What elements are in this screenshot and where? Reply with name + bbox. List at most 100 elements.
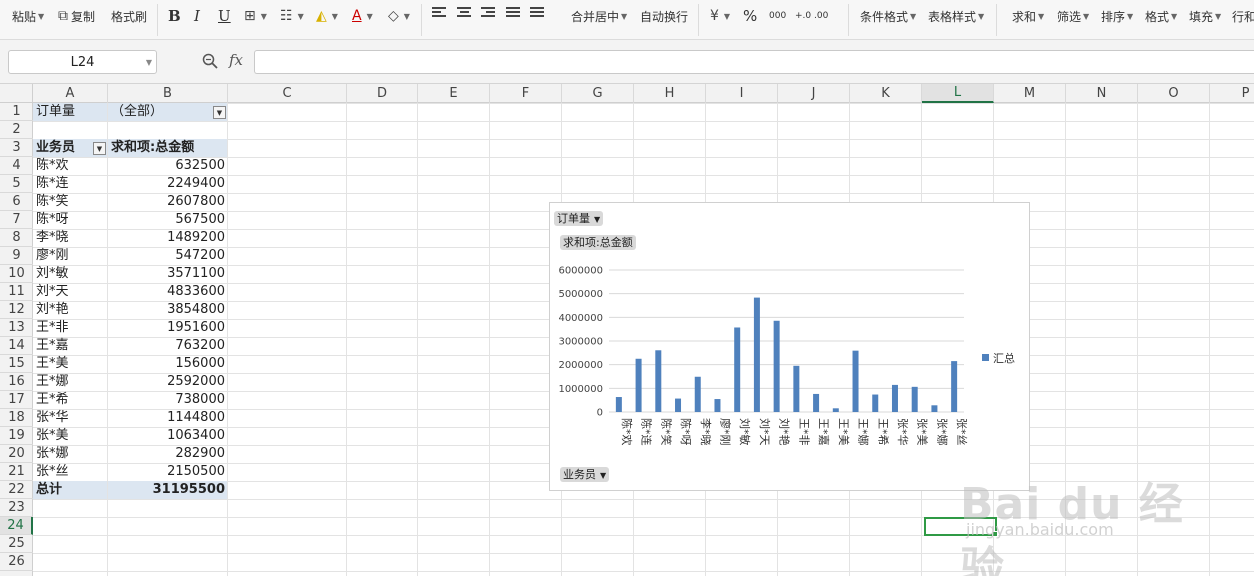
column-header-j[interactable]: J: [778, 84, 850, 103]
fx-icon[interactable]: fx: [229, 51, 243, 69]
chart-bar[interactable]: [675, 398, 682, 412]
merge-center-button[interactable]: 合并居中 ▼: [571, 4, 627, 28]
borders-button[interactable]: ⊞ ▼: [244, 4, 267, 28]
row-header-21[interactable]: 21: [0, 463, 33, 481]
percent-button[interactable]: %: [743, 4, 757, 28]
underline-button[interactable]: U: [218, 4, 231, 28]
row-header-11[interactable]: 11: [0, 283, 33, 301]
sort-button[interactable]: 排序 ▼: [1101, 4, 1133, 28]
row-header-16[interactable]: 16: [0, 373, 33, 391]
row-header-6[interactable]: 6: [0, 193, 33, 211]
row-header-7[interactable]: 7: [0, 211, 33, 229]
row-header-3[interactable]: 3: [0, 139, 33, 157]
row-header-13[interactable]: 13: [0, 319, 33, 337]
row-header-25[interactable]: 25: [0, 535, 33, 553]
column-header-c[interactable]: C: [228, 84, 347, 103]
chart-bar[interactable]: [714, 399, 721, 412]
row-header-14[interactable]: 14: [0, 337, 33, 355]
fill-handle[interactable]: [992, 531, 998, 537]
conditional-format-button[interactable]: 条件格式 ▼: [860, 4, 916, 28]
select-all-corner[interactable]: [0, 84, 33, 103]
justify-icon[interactable]: [506, 7, 520, 20]
chart-bar[interactable]: [852, 350, 859, 412]
wrap-text-button[interactable]: 自动换行: [640, 4, 688, 28]
bold-button[interactable]: B: [168, 4, 181, 28]
column-header-f[interactable]: F: [490, 84, 562, 103]
row-header-1[interactable]: 1: [0, 103, 33, 121]
increase-decimal-button[interactable]: +.0 .00: [795, 4, 828, 28]
currency-button[interactable]: ¥ ▼: [710, 4, 730, 28]
pivot-row-filter-dropdown[interactable]: ▼: [93, 142, 106, 155]
pivot-filter-dropdown[interactable]: ▼: [213, 106, 226, 119]
chart-bar[interactable]: [931, 405, 938, 412]
chart-bar[interactable]: [891, 384, 898, 412]
chart-bar[interactable]: [615, 397, 622, 412]
row-header-9[interactable]: 9: [0, 247, 33, 265]
align-left-icon[interactable]: [432, 7, 446, 20]
filter-button[interactable]: 筛选 ▼: [1057, 4, 1089, 28]
chart-bar[interactable]: [753, 297, 760, 412]
zoom-icon[interactable]: [202, 53, 218, 69]
copy-button[interactable]: ⧉ 复制: [58, 4, 95, 28]
pivot-chart[interactable]: 订单量 ▼ 求和项:总金额 业务员 ▼ 0 1000000 2000000 3000000…: [549, 202, 1030, 491]
row-header-18[interactable]: 18: [0, 409, 33, 427]
align-center-icon[interactable]: [457, 7, 471, 20]
row-header-19[interactable]: 19: [0, 427, 33, 445]
column-header-a[interactable]: A: [33, 84, 108, 103]
fill-button[interactable]: 填充 ▼: [1189, 4, 1221, 28]
chart-bar[interactable]: [773, 320, 780, 412]
column-header-e[interactable]: E: [418, 84, 490, 103]
font-color-button[interactable]: A ▼: [352, 4, 373, 28]
row-header-17[interactable]: 17: [0, 391, 33, 409]
format-painter-button[interactable]: 格式刷: [111, 4, 147, 28]
row-header-23[interactable]: 23: [0, 499, 33, 517]
column-header-k[interactable]: K: [850, 84, 922, 103]
row-header-10[interactable]: 10: [0, 265, 33, 283]
chart-bar[interactable]: [635, 358, 642, 412]
chart-bar[interactable]: [813, 393, 820, 412]
row-header-15[interactable]: 15: [0, 355, 33, 373]
chart-bar[interactable]: [793, 365, 800, 412]
italic-button[interactable]: I: [194, 4, 200, 28]
distributed-icon[interactable]: [530, 7, 544, 20]
row-header-5[interactable]: 5: [0, 175, 33, 193]
column-header-n[interactable]: N: [1066, 84, 1138, 103]
formula-input[interactable]: [254, 50, 1254, 74]
row-header-22[interactable]: 22: [0, 481, 33, 499]
cell-style-button[interactable]: ☷ ▼: [280, 4, 304, 28]
row-header-2[interactable]: 2: [0, 121, 33, 139]
paste-button[interactable]: 粘贴 ▼: [12, 4, 44, 28]
active-cell-selection[interactable]: [924, 517, 997, 536]
chart-bar[interactable]: [694, 376, 701, 412]
clear-button[interactable]: ◇ ▼: [388, 4, 410, 28]
format-button[interactable]: 格式 ▼: [1145, 4, 1177, 28]
column-header-h[interactable]: H: [634, 84, 706, 103]
chart-bar[interactable]: [734, 327, 741, 412]
fill-color-button[interactable]: ◭ ▼: [316, 4, 338, 28]
chart-bar[interactable]: [832, 408, 839, 412]
chart-bar[interactable]: [655, 350, 662, 412]
align-right-icon[interactable]: [481, 7, 495, 20]
column-header-d[interactable]: D: [347, 84, 418, 103]
column-header-m[interactable]: M: [994, 84, 1066, 103]
row-header-4[interactable]: 4: [0, 157, 33, 175]
column-header-b[interactable]: B: [108, 84, 228, 103]
chart-bar[interactable]: [872, 394, 879, 412]
column-header-i[interactable]: I: [706, 84, 778, 103]
row-col-button[interactable]: 行和: [1232, 4, 1254, 28]
column-header-l[interactable]: L: [922, 84, 994, 103]
row-header-24[interactable]: 24: [0, 517, 33, 535]
row-header-8[interactable]: 8: [0, 229, 33, 247]
column-header-p[interactable]: P: [1210, 84, 1254, 103]
row-header-12[interactable]: 12: [0, 301, 33, 319]
table-style-button[interactable]: 表格样式 ▼: [928, 4, 984, 28]
column-header-g[interactable]: G: [562, 84, 634, 103]
chart-bar[interactable]: [951, 361, 958, 412]
row-header-26[interactable]: 26: [0, 553, 33, 571]
name-box[interactable]: L24 ▼: [8, 50, 157, 74]
chart-bar[interactable]: [911, 386, 918, 412]
column-header-o[interactable]: O: [1138, 84, 1210, 103]
row-header-20[interactable]: 20: [0, 445, 33, 463]
sum-button[interactable]: 求和 ▼: [1012, 4, 1044, 28]
thousands-button[interactable]: 000: [769, 4, 786, 28]
